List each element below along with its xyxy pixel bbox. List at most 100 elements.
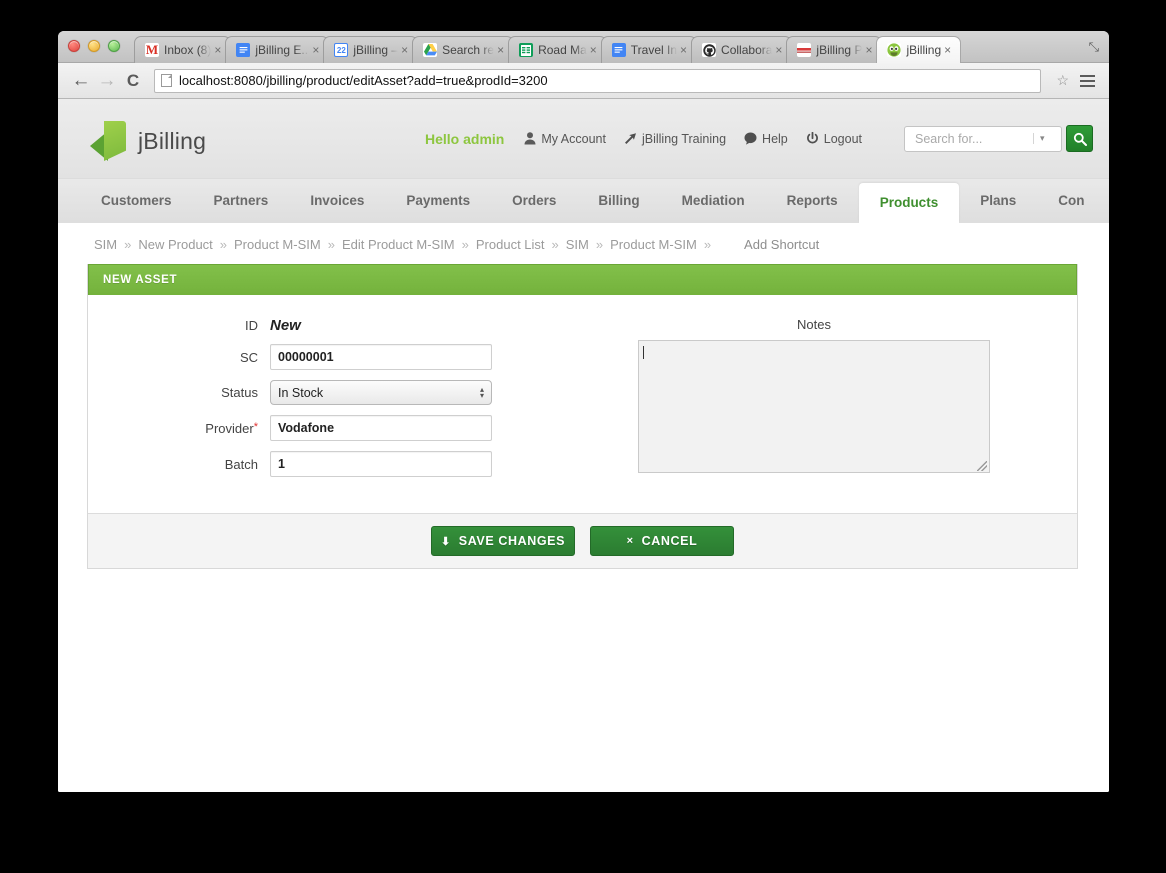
nav-item-partners[interactable]: Partners [193,178,290,223]
nav-item-reports[interactable]: Reports [766,178,859,223]
gmail-icon: M [145,42,159,57]
text-caret [643,346,644,359]
sheets-icon [519,43,534,57]
page-viewport: jBilling Hello admin My Account jBilling… [58,99,1109,792]
browser-tab[interactable]: Travel In × [600,36,698,63]
field-input-batch[interactable] [270,451,492,477]
window-close-button[interactable] [68,40,80,52]
window-minimize-button[interactable] [88,40,100,52]
form-row: Batch [88,451,588,477]
page-content: SIM » New Product » Product M-SIM » Edit Produ… [58,223,1109,792]
browser-tab-title: jBilling P [816,43,863,57]
breadcrumb-item[interactable]: Product List [476,237,545,252]
search-dropdown-icon[interactable]: ▾ [1033,133,1045,144]
nav-item-payments[interactable]: Payments [385,178,491,223]
select-spinner-icon[interactable]: ▴ ▾ [480,385,484,399]
browser-tab[interactable]: jBilling E... × [225,36,330,63]
back-button[interactable]: ← [68,70,94,92]
breadcrumb-item[interactable]: Product M-SIM [234,237,321,252]
bookmark-star-icon[interactable]: ☆ [1049,72,1069,89]
jbilling-icon [887,43,902,57]
user-icon [524,132,536,145]
header-link-logout[interactable]: Logout [806,132,862,146]
browser-tab[interactable]: M Inbox (8) × [134,36,232,63]
nav-item-plans[interactable]: Plans [959,178,1037,223]
notes-textarea[interactable] [638,340,990,473]
browser-window: M Inbox (8) × jBilling E... × 22 jBilling – × Se… [58,31,1109,792]
header-link-help[interactable]: Help [744,132,788,146]
new-asset-panel: NEW ASSET ID New SC Status In Stock ▴▾ Provide… [87,264,1078,569]
browser-tab[interactable]: jBilling P × [786,36,883,63]
search-box[interactable]: ▾ [904,125,1062,152]
browser-tab-title: jBilling [906,43,942,57]
breadcrumb-item[interactable]: New Product [138,237,212,252]
form-row: Provider* [88,415,588,441]
breadcrumb-separator: » [124,237,132,252]
browser-tabs: M Inbox (8) × jBilling E... × 22 jBilling – × Se… [134,36,1109,63]
app-header: jBilling Hello admin My Account jBilling… [58,99,1109,178]
panel-body: ID New SC Status In Stock ▴▾ Provider* Batch No… [88,295,1077,513]
button-label: SAVE CHANGES [458,534,566,548]
breadcrumb-item[interactable]: SIM [94,237,117,252]
nav-item-mediation[interactable]: Mediation [661,178,766,223]
header-link-jbilling-training[interactable]: jBilling Training [624,132,726,146]
tab-close-icon[interactable]: × [590,44,602,56]
brand-name: jBilling [138,127,207,154]
breadcrumb-item[interactable]: Product M-SIM [610,237,697,252]
browser-tab[interactable]: Road Ma × [508,36,607,63]
header-link-label: Logout [823,131,862,146]
field-label-id: ID [245,318,258,333]
browser-tab-title: jBilling E... [255,43,310,57]
tab-close-icon[interactable]: × [944,44,956,56]
browser-tab[interactable]: Collaborа × [691,36,793,63]
reload-button[interactable]: C [120,71,146,91]
field-input-provider[interactable] [270,415,492,441]
greeting-text: Hello admin [424,130,505,147]
panel-title: NEW ASSET [88,264,1077,295]
breadcrumb-item[interactable]: Edit Product M-SIM [342,237,455,252]
header-link-my-account[interactable]: My Account [524,132,606,146]
resize-grip-icon[interactable] [977,461,987,471]
nav-item-billing[interactable]: Billing [577,178,660,223]
nav-item-con[interactable]: Con [1037,178,1105,223]
page-info-icon [161,74,172,87]
save-changes-button[interactable]: ⬇ SAVE CHANGES [431,526,575,556]
nav-item-orders[interactable]: Orders [491,178,577,223]
form-row: Status In Stock ▴ ▾ [88,380,588,405]
nav-item-products[interactable]: Products [858,183,960,223]
field-select-status[interactable]: In Stock ▴ ▾ [270,380,492,405]
nav-item-invoices[interactable]: Invoices [289,178,385,223]
nav-item-customers[interactable]: Customers [80,178,193,223]
notes-column: Notes [588,317,1077,487]
field-label-sc: SC [239,349,258,365]
breadcrumb-item[interactable]: SIM [566,237,589,252]
close-icon: × [626,535,634,547]
breadcrumb-separator: » [461,237,469,252]
github-icon [702,43,717,57]
breadcrumb-separator: » [327,237,335,252]
window-maximize-button[interactable] [108,40,120,52]
address-bar[interactable]: localhost:8080/jbilling/product/editAsse… [154,68,1041,93]
search-input[interactable] [913,130,1033,147]
browser-tab[interactable]: 22 jBilling – × [323,36,419,63]
window-expand-icon[interactable]: ⤡ [1089,39,1099,55]
browser-tab[interactable]: Search re × [412,36,515,63]
red-bar-icon [797,43,812,57]
browser-tab-title: Road Ma [538,43,587,57]
search-button[interactable] [1066,125,1093,152]
forward-button[interactable]: → [94,70,120,92]
required-marker: * [253,420,258,433]
field-label-status: Status [221,385,258,400]
add-shortcut-link[interactable]: Add Shortcut [744,237,819,252]
header-link-label: My Account [541,131,606,146]
browser-tab[interactable]: jBilling × [876,36,962,63]
main-navigation: Customers Partners Invoices Payments Orders B… [58,178,1109,223]
breadcrumb-separator: » [219,237,228,252]
form-row: ID New [88,317,588,334]
browser-menu-icon[interactable] [1075,74,1099,87]
field-input-sc[interactable] [270,344,492,370]
jbilling-logo[interactable]: jBilling [90,121,206,161]
cancel-button[interactable]: × CANCEL [590,526,734,556]
breadcrumb-separator: » [595,237,604,252]
browser-tab-title: Travel In [630,43,678,57]
